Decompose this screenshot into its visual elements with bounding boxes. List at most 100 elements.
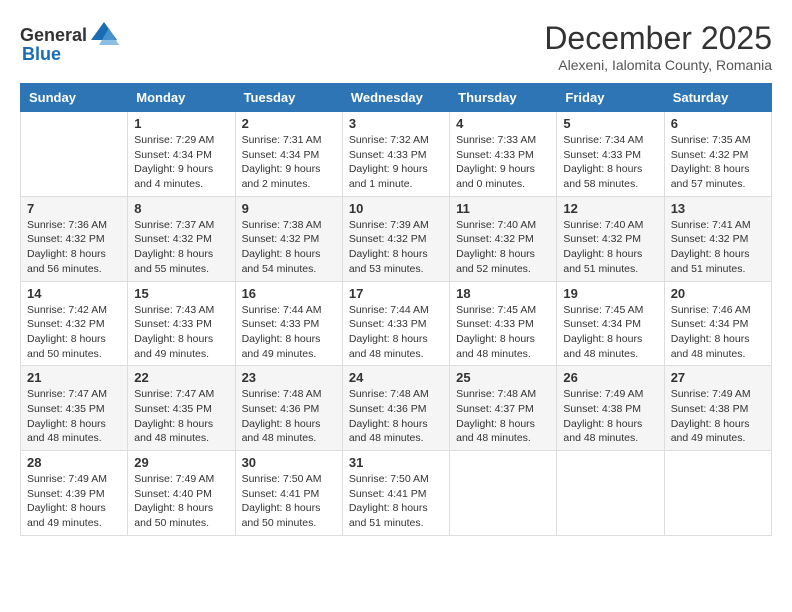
day-info: Sunrise: 7:49 AM Sunset: 4:38 PM Dayligh… [563,387,657,446]
day-number: 20 [671,286,765,301]
day-info: Sunrise: 7:41 AM Sunset: 4:32 PM Dayligh… [671,218,765,277]
table-row: 18 Sunrise: 7:45 AM Sunset: 4:33 PM Dayli… [450,281,557,366]
calendar-week-row: 14 Sunrise: 7:42 AM Sunset: 4:32 PM Dayli… [21,281,772,366]
day-info: Sunrise: 7:47 AM Sunset: 4:35 PM Dayligh… [27,387,121,446]
table-row: 6 Sunrise: 7:35 AM Sunset: 4:32 PM Daylig… [664,112,771,197]
day-number: 2 [242,116,336,131]
day-info: Sunrise: 7:44 AM Sunset: 4:33 PM Dayligh… [242,303,336,362]
day-info: Sunrise: 7:40 AM Sunset: 4:32 PM Dayligh… [563,218,657,277]
table-row: 22 Sunrise: 7:47 AM Sunset: 4:35 PM Dayli… [128,366,235,451]
header-friday: Friday [557,84,664,112]
day-number: 19 [563,286,657,301]
day-number: 31 [349,455,443,470]
day-info: Sunrise: 7:49 AM Sunset: 4:40 PM Dayligh… [134,472,228,531]
day-number: 6 [671,116,765,131]
table-row: 8 Sunrise: 7:37 AM Sunset: 4:32 PM Daylig… [128,196,235,281]
day-info: Sunrise: 7:39 AM Sunset: 4:32 PM Dayligh… [349,218,443,277]
header-wednesday: Wednesday [342,84,449,112]
table-row: 28Sunrise: 7:49 AM Sunset: 4:39 PM Dayli… [21,451,128,536]
page-header: General Blue December 2025 Alexeni, Ialo… [20,20,772,73]
table-row [664,451,771,536]
day-info: Sunrise: 7:45 AM Sunset: 4:34 PM Dayligh… [563,303,657,362]
table-row: 7Sunrise: 7:36 AM Sunset: 4:32 PM Daylig… [21,196,128,281]
table-row: 27 Sunrise: 7:49 AM Sunset: 4:38 PM Dayli… [664,366,771,451]
day-number: 14 [27,286,121,301]
day-info: Sunrise: 7:49 AM Sunset: 4:38 PM Dayligh… [671,387,765,446]
day-number: 5 [563,116,657,131]
day-number: 3 [349,116,443,131]
table-row [557,451,664,536]
day-info: Sunrise: 7:44 AM Sunset: 4:33 PM Dayligh… [349,303,443,362]
header-tuesday: Tuesday [235,84,342,112]
day-number: 16 [242,286,336,301]
table-row: 19 Sunrise: 7:45 AM Sunset: 4:34 PM Dayli… [557,281,664,366]
table-row: 9 Sunrise: 7:38 AM Sunset: 4:32 PM Daylig… [235,196,342,281]
day-info: Sunrise: 7:29 AM Sunset: 4:34 PM Dayligh… [134,133,228,192]
day-number: 15 [134,286,228,301]
day-info: Sunrise: 7:48 AM Sunset: 4:37 PM Dayligh… [456,387,550,446]
day-info: Sunrise: 7:37 AM Sunset: 4:32 PM Dayligh… [134,218,228,277]
day-info: Sunrise: 7:32 AM Sunset: 4:33 PM Dayligh… [349,133,443,192]
header-monday: Monday [128,84,235,112]
table-row: 11 Sunrise: 7:40 AM Sunset: 4:32 PM Dayli… [450,196,557,281]
day-info: Sunrise: 7:48 AM Sunset: 4:36 PM Dayligh… [242,387,336,446]
title-section: December 2025 Alexeni, Ialomita County, … [544,20,772,73]
calendar-table: Sunday Monday Tuesday Wednesday Thursday… [20,83,772,536]
day-info: Sunrise: 7:42 AM Sunset: 4:32 PM Dayligh… [27,303,121,362]
day-info: Sunrise: 7:49 AM Sunset: 4:39 PM Dayligh… [27,472,121,531]
day-number: 30 [242,455,336,470]
day-number: 9 [242,201,336,216]
day-info: Sunrise: 7:50 AM Sunset: 4:41 PM Dayligh… [349,472,443,531]
calendar-week-row: 7Sunrise: 7:36 AM Sunset: 4:32 PM Daylig… [21,196,772,281]
table-row: 5 Sunrise: 7:34 AM Sunset: 4:33 PM Daylig… [557,112,664,197]
day-number: 4 [456,116,550,131]
header-saturday: Saturday [664,84,771,112]
day-info: Sunrise: 7:40 AM Sunset: 4:32 PM Dayligh… [456,218,550,277]
day-number: 18 [456,286,550,301]
table-row: 3 Sunrise: 7:32 AM Sunset: 4:33 PM Daylig… [342,112,449,197]
table-row: 24Sunrise: 7:48 AM Sunset: 4:36 PM Dayli… [342,366,449,451]
day-info: Sunrise: 7:46 AM Sunset: 4:34 PM Dayligh… [671,303,765,362]
day-number: 26 [563,370,657,385]
day-number: 27 [671,370,765,385]
day-info: Sunrise: 7:31 AM Sunset: 4:34 PM Dayligh… [242,133,336,192]
day-info: Sunrise: 7:45 AM Sunset: 4:33 PM Dayligh… [456,303,550,362]
logo-icon [89,20,119,50]
calendar-week-row: 1Sunrise: 7:29 AM Sunset: 4:34 PM Daylig… [21,112,772,197]
day-number: 8 [134,201,228,216]
table-row: 25Sunrise: 7:48 AM Sunset: 4:37 PM Dayli… [450,366,557,451]
day-number: 11 [456,201,550,216]
day-info: Sunrise: 7:50 AM Sunset: 4:41 PM Dayligh… [242,472,336,531]
day-number: 22 [134,370,228,385]
table-row: 4Sunrise: 7:33 AM Sunset: 4:33 PM Daylig… [450,112,557,197]
location-subtitle: Alexeni, Ialomita County, Romania [544,57,772,73]
header-thursday: Thursday [450,84,557,112]
day-number: 12 [563,201,657,216]
table-row: 26 Sunrise: 7:49 AM Sunset: 4:38 PM Dayli… [557,366,664,451]
day-number: 24 [349,370,443,385]
day-info: Sunrise: 7:35 AM Sunset: 4:32 PM Dayligh… [671,133,765,192]
table-row: 17 Sunrise: 7:44 AM Sunset: 4:33 PM Dayli… [342,281,449,366]
table-row [450,451,557,536]
day-info: Sunrise: 7:38 AM Sunset: 4:32 PM Dayligh… [242,218,336,277]
calendar-week-row: 21 Sunrise: 7:47 AM Sunset: 4:35 PM Dayli… [21,366,772,451]
day-info: Sunrise: 7:47 AM Sunset: 4:35 PM Dayligh… [134,387,228,446]
table-row: 30 Sunrise: 7:50 AM Sunset: 4:41 PM Dayli… [235,451,342,536]
day-number: 21 [27,370,121,385]
table-row: 23Sunrise: 7:48 AM Sunset: 4:36 PM Dayli… [235,366,342,451]
calendar-week-row: 28Sunrise: 7:49 AM Sunset: 4:39 PM Dayli… [21,451,772,536]
day-info: Sunrise: 7:34 AM Sunset: 4:33 PM Dayligh… [563,133,657,192]
table-row: 1Sunrise: 7:29 AM Sunset: 4:34 PM Daylig… [128,112,235,197]
table-row [21,112,128,197]
table-row: 20 Sunrise: 7:46 AM Sunset: 4:34 PM Dayli… [664,281,771,366]
logo-text-general: General [20,25,87,46]
calendar-header-row: Sunday Monday Tuesday Wednesday Thursday… [21,84,772,112]
table-row: 29Sunrise: 7:49 AM Sunset: 4:40 PM Dayli… [128,451,235,536]
table-row: 12 Sunrise: 7:40 AM Sunset: 4:32 PM Dayli… [557,196,664,281]
day-number: 7 [27,201,121,216]
header-sunday: Sunday [21,84,128,112]
table-row: 14 Sunrise: 7:42 AM Sunset: 4:32 PM Dayli… [21,281,128,366]
day-info: Sunrise: 7:43 AM Sunset: 4:33 PM Dayligh… [134,303,228,362]
day-number: 17 [349,286,443,301]
day-number: 10 [349,201,443,216]
